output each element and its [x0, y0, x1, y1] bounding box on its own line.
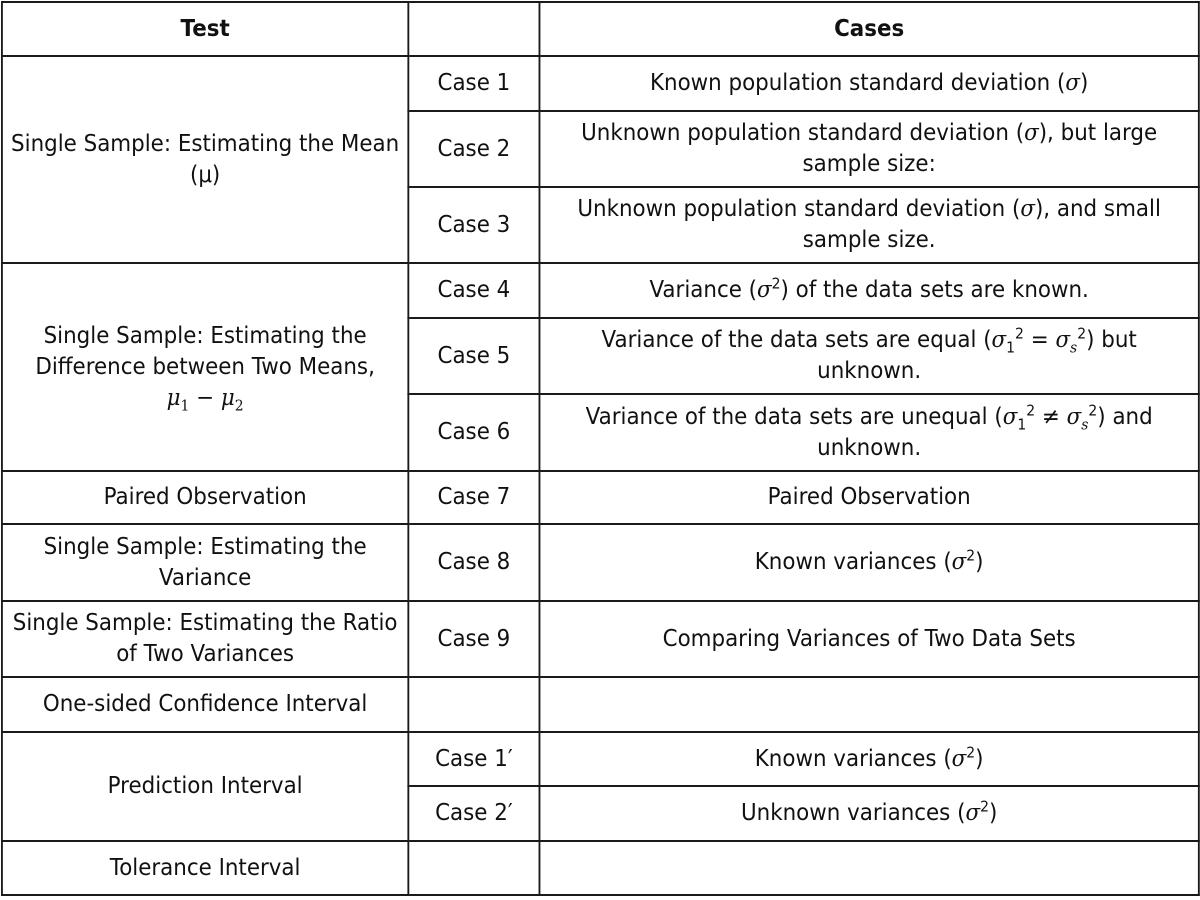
case-label: Case 2: [407, 110, 541, 188]
case-label: Case 5: [407, 317, 541, 395]
case-description: Paired Observation: [538, 470, 1200, 525]
case-label: Case 1: [407, 55, 541, 112]
table-row: Prediction Interval Case 1′ Known varian…: [1, 731, 1200, 842]
case-label: [407, 676, 541, 733]
case-label: [407, 840, 541, 896]
case-label: Case 4: [407, 262, 541, 319]
case-description: Variance (σ2) of the data sets are known…: [538, 262, 1200, 319]
case-description: [538, 676, 1200, 733]
sigma-symbol: σ: [1020, 196, 1035, 222]
sigma-symbol: σ: [1065, 70, 1080, 96]
table-row: One-sided Confidence Interval: [1, 676, 1200, 733]
sigma-symbol: σ: [1024, 120, 1039, 146]
case-description: Variance of the data sets are unequal (σ…: [538, 393, 1200, 472]
header-row: Test Cases: [1, 1, 1200, 57]
test-name-cell: Single Sample: Estimating the Variance: [1, 523, 410, 602]
test-name-cell: Single Sample: Estimating the Ratio of T…: [1, 600, 410, 678]
test-name-cell: One-sided Confidence Interval: [1, 676, 410, 733]
case-label: Case 1′: [407, 731, 541, 787]
table-row: Single Sample: Estimating the Difference…: [1, 262, 1200, 472]
case-description: Known population standard deviation (σ): [538, 55, 1200, 112]
case-description: [538, 840, 1200, 896]
test-name-cell: Single Sample: Estimating the Mean (μ): [1, 55, 410, 264]
test-name-cell: Tolerance Interval: [1, 840, 410, 896]
table-row: Single Sample: Estimating the Mean (μ) C…: [1, 55, 1200, 264]
header-test: Test: [1, 1, 410, 57]
case-description: Unknown population standard deviation (σ…: [538, 110, 1200, 188]
case-description: Comparing Variances of Two Data Sets: [538, 600, 1200, 678]
case-label: Case 2′: [407, 785, 541, 842]
table-row: Single Sample: Estimating the Variance C…: [1, 523, 1200, 602]
case-label: Case 3: [407, 186, 541, 264]
case-description: Known variances (σ2): [538, 731, 1200, 787]
case-label: Case 6: [407, 393, 541, 472]
case-label: Case 8: [407, 523, 541, 602]
header-cases: Cases: [538, 1, 1200, 57]
table-row: Tolerance Interval: [1, 840, 1200, 896]
case-label: Case 7: [407, 470, 541, 525]
test-name-cell: Single Sample: Estimating the Difference…: [1, 262, 410, 472]
table-row: Single Sample: Estimating the Ratio of T…: [1, 600, 1200, 678]
mu-difference-formula: μ1 − μ2: [166, 384, 244, 415]
test-name-cell: Prediction Interval: [1, 731, 410, 842]
test-name-cell: Paired Observation: [1, 470, 410, 525]
case-description: Unknown variances (σ2): [538, 785, 1200, 842]
confidence-interval-cases-table: Test Cases Single Sample: Estimating the…: [1, 1, 1200, 896]
header-case: [407, 1, 541, 57]
case-description: Variance of the data sets are equal (σ12…: [538, 317, 1200, 395]
case-label: Case 9: [407, 600, 541, 678]
case-description: Unknown population standard deviation (σ…: [538, 186, 1200, 264]
case-description: Known variances (σ2): [538, 523, 1200, 602]
table-row: Paired Observation Case 7 Paired Observa…: [1, 470, 1200, 525]
